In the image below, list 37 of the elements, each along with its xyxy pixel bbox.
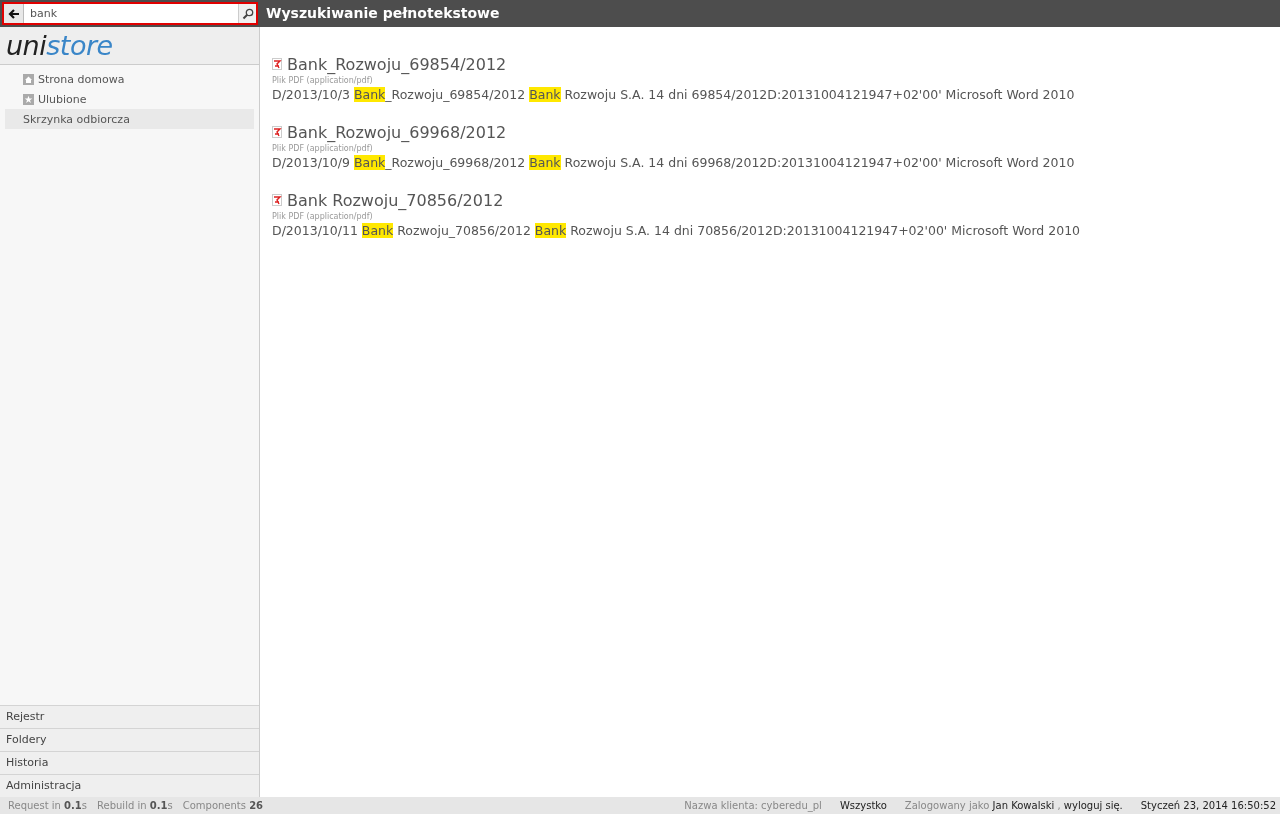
pdf-icon	[272, 126, 282, 138]
sidebar-item[interactable]: Strona domowa	[5, 69, 254, 89]
status-stat: Request in 0.1s	[8, 800, 88, 811]
sidebar-section[interactable]: Rejestr	[0, 705, 259, 728]
back-button[interactable]	[4, 4, 24, 23]
user-name: Jan Kowalski	[992, 800, 1055, 811]
sidebar-item[interactable]: Ulubione	[5, 89, 254, 109]
sidebar-section[interactable]: Foldery	[0, 728, 259, 751]
file-type: Plik PDF (application/pdf)	[272, 76, 374, 85]
file-type: Plik PDF (application/pdf)	[272, 212, 374, 221]
arrow-left-icon	[7, 7, 20, 20]
result-title[interactable]: Bank_Rozwoju_69854/2012	[287, 54, 507, 74]
logged-in-label: Zalogowany jako	[904, 800, 990, 811]
star-icon	[23, 93, 34, 105]
pdf-icon	[272, 194, 282, 206]
filter-link[interactable]: Wszystko	[839, 800, 887, 811]
status-stat: Rebuild in 0.1s	[97, 800, 173, 811]
result-snippet: D/2013/10/3 Bank_Rozwoju_69854/2012 Bank Rozwoju S.A. 14 dni 69854/2012D:20131004121947+02'00' Microsoft Word 2010	[272, 86, 1076, 104]
client-name: Nazwa klienta: cyberedu_pl	[684, 800, 822, 811]
logout-link[interactable]: wyloguj się.	[1063, 800, 1123, 811]
date-time: Styczeń 23, 2014 16:50:52	[1140, 800, 1276, 811]
home-icon	[23, 73, 34, 85]
logo: unistore	[0, 27, 259, 65]
search-icon	[241, 7, 254, 20]
sidebar-section[interactable]: Historia	[0, 751, 259, 774]
separator: ,	[1057, 800, 1061, 811]
status-stat: Components 26	[182, 800, 264, 811]
result-title[interactable]: Bank Rozwoju_70856/2012	[287, 190, 504, 210]
sidebar-section[interactable]: Administracja	[0, 774, 259, 797]
page-title: Wyszukiwanie pełnotekstowe	[265, 4, 500, 23]
result-title[interactable]: Bank_Rozwoju_69968/2012	[287, 122, 507, 142]
sidebar-item[interactable]: Skrzynka odbiorcza	[5, 109, 254, 129]
result-snippet: D/2013/10/9 Bank_Rozwoju_69968/2012 Bank Rozwoju S.A. 14 dni 69968/2012D:20131004121947+02'00' Microsoft Word 2010	[272, 154, 1076, 172]
search-button[interactable]	[238, 4, 256, 23]
result-snippet: D/2013/10/11 Bank Rozwoju_70856/2012 Bank Rozwoju S.A. 14 dni 70856/2012D:20131004121947+02'00' Microsoft Word 2010	[272, 222, 1082, 240]
pdf-icon	[272, 58, 282, 70]
file-type: Plik PDF (application/pdf)	[272, 144, 374, 153]
